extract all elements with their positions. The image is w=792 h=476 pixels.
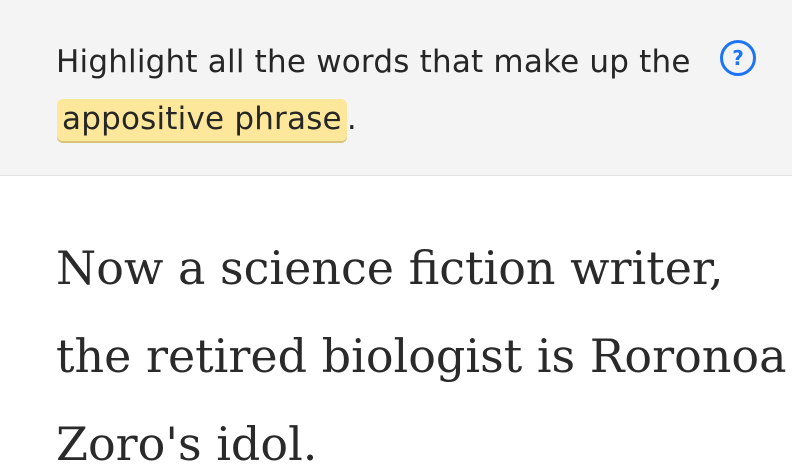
instruction-bar: Highlight all the words that make up the… [0,0,792,176]
sentence-line: Zoro's idol. [56,400,776,476]
word-token[interactable]: fiction [409,241,556,295]
instruction-text: Highlight all the words that make up the… [56,34,716,148]
instruction-text-start: Highlight all the words that make up the [56,44,691,80]
word-token[interactable]: the [56,329,131,383]
word-token[interactable]: Zoro's [56,417,202,471]
word-token[interactable]: idol. [216,417,317,471]
word-token[interactable]: science [220,241,394,295]
instruction-text-end: . [346,101,357,137]
word-token[interactable]: is [537,329,575,383]
exercise-page: Highlight all the words that make up the… [0,0,792,476]
word-token[interactable]: Now [56,241,163,295]
word-token[interactable]: a [178,241,205,295]
sentence-line: the retired biologist is Roronoa [56,312,787,400]
word-token[interactable]: retired [146,329,307,383]
highlighted-term-appositive-phrase[interactable]: appositive phrase [57,99,347,141]
question-circle-icon[interactable]: ? [720,40,756,76]
sentence-area: Now a science fiction writer, the retire… [56,224,787,476]
sentence-line: Now a science fiction writer, [56,224,776,312]
word-token[interactable]: biologist [322,329,523,383]
word-token[interactable]: Roronoa [590,329,787,383]
word-token[interactable]: writer, [570,241,723,295]
